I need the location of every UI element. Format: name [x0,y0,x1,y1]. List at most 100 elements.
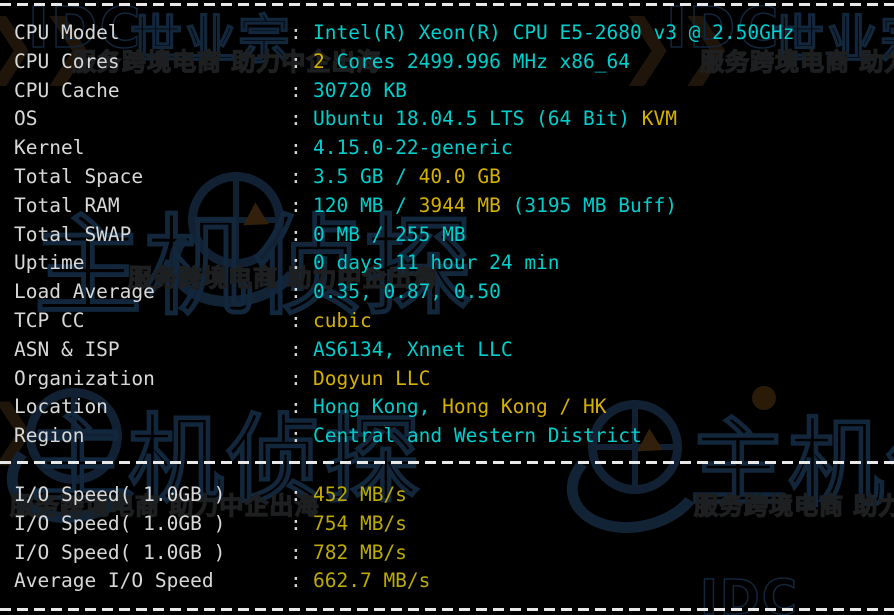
row-value-segment: 3944 MB [419,194,501,217]
row-value-segment: 0 MB / 255 MB [313,223,466,246]
row-colon: : [290,48,302,77]
row-value: 452 MB/s [313,481,407,510]
row-value: 0 days 11 hour 24 min [313,249,560,278]
row-value-segment: Hong Kong, [313,395,442,418]
row-colon: : [290,163,302,192]
row-label: I/O Speed( 1.0GB ) [14,539,225,568]
terminal-row: Uptime:0 days 11 hour 24 min [0,249,894,278]
terminal-output: CPU Model: Intel(R) Xeon(R) CPU E5-2680 v… [0,0,894,615]
row-label: I/O Speed( 1.0GB ) [14,481,225,510]
row-value-segment: Intel(R) Xeon(R) CPU E5-2680 v3 @ 2.50GH… [313,21,794,44]
row-label: Total RAM [14,192,120,221]
row-value-segment: KVM [642,107,677,130]
row-value: 2 Cores 2499.996 MHz x86_64 [313,48,630,77]
row-label: CPU Model [14,19,120,48]
row-value: 30720 KB [313,77,407,106]
row-colon: : [290,77,302,106]
row-colon: : [290,19,302,48]
row-colon: : [290,192,302,221]
row-value: Ubuntu 18.04.5 LTS (64 Bit) KVM [313,105,677,134]
divider-bottom [0,608,894,611]
row-label: Total Space [14,163,143,192]
row-value-segment: Cores 2499.996 MHz x86_64 [325,50,630,73]
terminal-row: CPU Cache:30720 KB [0,77,894,106]
row-colon: : [290,510,302,539]
row-label: CPU Cache [14,77,120,106]
row-label: Total SWAP [14,221,131,250]
row-value-segment: Ubuntu 18.04.5 LTS (64 Bit) [313,107,642,130]
row-value-segment: (3195 MB Buff) [501,194,677,217]
row-value: 754 MB/s [313,510,407,539]
terminal-row: ASN & ISP: AS6134, Xnnet LLC [0,336,894,365]
row-value-segment: 4.15.0-22-generic [313,136,513,159]
terminal-row: Region: Central and Western District [0,422,894,451]
row-value-segment: 754 MB/s [313,512,407,535]
terminal-row: Location: Hong Kong, Hong Kong / HK [0,393,894,422]
row-value: 662.7 MB/s [313,567,430,596]
row-colon: : [290,134,302,163]
terminal-row: CPU Cores:2 Cores 2499.996 MHz x86_64 [0,48,894,77]
terminal-row: Organization:Dogyun LLC [0,365,894,394]
row-value-segment: Dogyun LLC [313,367,430,390]
row-value: 0.35, 0.87, 0.50 [313,278,501,307]
row-value: 120 MB / 3944 MB (3195 MB Buff) [313,192,677,221]
row-value-segment: 30720 KB [313,79,407,102]
row-value-segment: 0 days 11 hour 24 min [313,251,560,274]
row-colon: : [290,567,302,596]
row-label: OS [14,105,37,134]
divider-middle [0,461,894,464]
row-colon: : [290,105,302,134]
row-value: Central and Western District [313,422,642,451]
row-label: Kernel [14,134,84,163]
row-value-segment: 782 MB/s [313,541,407,564]
row-colon: : [290,278,302,307]
row-label: Average I/O Speed [14,567,214,596]
row-value: 3.5 GB / 40.0 GB [313,163,501,192]
divider-top [0,3,894,6]
terminal-row: Kernel:4.15.0-22-generic [0,134,894,163]
row-value: 4.15.0-22-generic [313,134,513,163]
row-colon: : [290,393,302,422]
terminal-row: Average I/O Speed:662.7 MB/s [0,567,894,596]
row-value: 0 MB / 255 MB [313,221,466,250]
row-value-segment: 120 MB / [313,194,419,217]
row-value-segment: Hong Kong / HK [442,395,606,418]
row-value-segment: 3.5 GB / [313,165,419,188]
row-label: I/O Speed( 1.0GB ) [14,510,225,539]
terminal-row: I/O Speed( 1.0GB ):452 MB/s [0,481,894,510]
row-colon: : [290,336,302,365]
terminal-row: Total RAM:120 MB / 3944 MB (3195 MB Buff… [0,192,894,221]
row-value-segment: 0.35, 0.87, 0.50 [313,280,501,303]
row-value-segment: 2 [313,50,325,73]
row-value-segment: 452 MB/s [313,483,407,506]
row-colon: : [290,307,302,336]
terminal-row: Load Average:0.35, 0.87, 0.50 [0,278,894,307]
row-label: Uptime [14,249,84,278]
terminal-row: I/O Speed( 1.0GB ):754 MB/s [0,510,894,539]
terminal-row: TCP CC: cubic [0,307,894,336]
row-value: Dogyun LLC [313,365,430,394]
row-label: TCP CC [14,307,84,336]
row-value-segment: cubic [313,309,372,332]
row-label: ASN & ISP [14,336,120,365]
row-value-segment: 662.7 MB/s [313,569,430,592]
row-colon: : [290,422,302,451]
row-colon: : [290,539,302,568]
row-value-segment: Central and Western District [313,424,642,447]
row-value: AS6134, Xnnet LLC [313,336,513,365]
row-colon: : [290,365,302,394]
row-label: Load Average [14,278,155,307]
terminal-row: OS: Ubuntu 18.04.5 LTS (64 Bit) KVM [0,105,894,134]
row-value: Intel(R) Xeon(R) CPU E5-2680 v3 @ 2.50GH… [313,19,794,48]
row-value-segment: AS6134, Xnnet LLC [313,338,513,361]
row-value-segment: 40.0 GB [419,165,501,188]
row-colon: : [290,221,302,250]
row-label: CPU Cores [14,48,120,77]
terminal-row: Total SWAP:0 MB / 255 MB [0,221,894,250]
terminal-row: Total Space:3.5 GB / 40.0 GB [0,163,894,192]
terminal-row: CPU Model: Intel(R) Xeon(R) CPU E5-2680 v… [0,19,894,48]
row-value: 782 MB/s [313,539,407,568]
row-colon: : [290,249,302,278]
row-label: Location [14,393,108,422]
row-label: Region [14,422,84,451]
